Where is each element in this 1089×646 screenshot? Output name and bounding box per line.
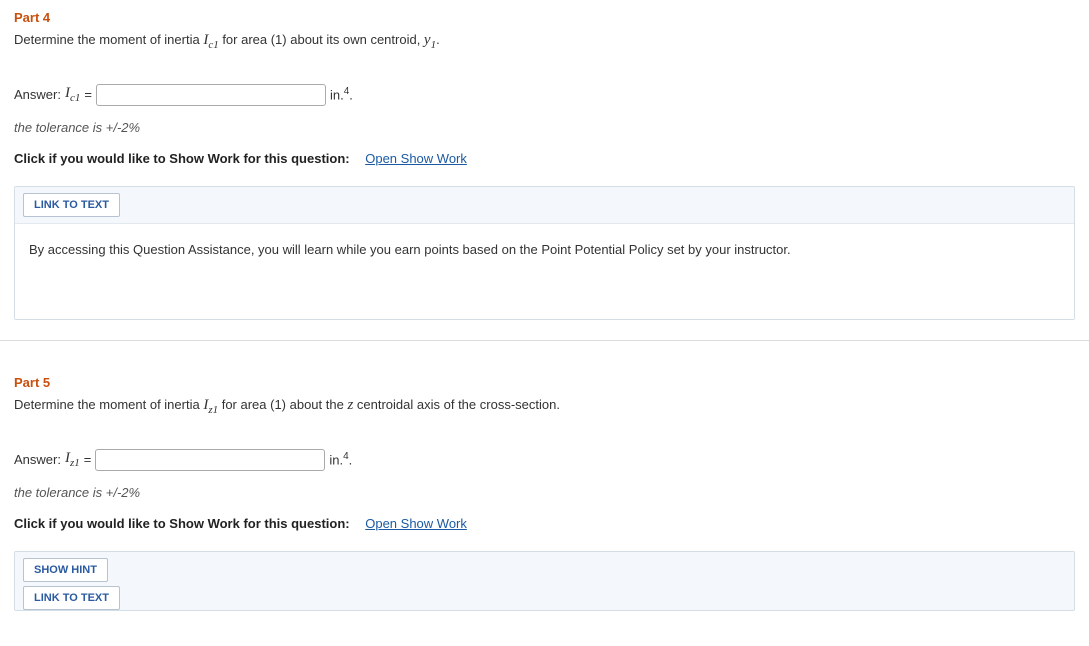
variable-ic1: Ic1 xyxy=(203,32,218,48)
part-4-assistance-box: LINK TO TEXT By accessing this Question … xyxy=(14,186,1075,321)
button-row: SHOW HINT xyxy=(23,558,1066,582)
show-work-label: Click if you would like to Show Work for… xyxy=(14,516,350,531)
button-row: LINK TO TEXT xyxy=(23,586,1066,610)
open-show-work-link[interactable]: Open Show Work xyxy=(365,151,467,166)
prompt-text: for area (1) about its own centroid, xyxy=(219,32,424,47)
unit-label: in.4. xyxy=(329,451,352,467)
part-5-title: Part 5 xyxy=(14,375,1075,390)
answer-variable: Iz1 xyxy=(65,450,80,469)
link-to-text-button[interactable]: LINK TO TEXT xyxy=(23,193,120,217)
part-5-prompt: Determine the moment of inertia Iz1 for … xyxy=(14,394,1075,419)
prompt-text: Determine the moment of inertia xyxy=(14,397,203,412)
variable-iz1: Iz1 xyxy=(203,397,218,413)
equals-sign: = xyxy=(84,87,92,102)
part-5-assistance-box: SHOW HINT LINK TO TEXT xyxy=(14,551,1075,611)
answer-variable: Ic1 xyxy=(65,85,80,104)
part-4-title: Part 4 xyxy=(14,10,1075,25)
part-4-prompt: Determine the moment of inertia Ic1 for … xyxy=(14,29,1075,54)
answer-label: Answer: xyxy=(14,452,61,467)
part-4-answer-line: Answer: Ic1 = in.4. xyxy=(14,84,1075,106)
unit-label: in.4. xyxy=(330,86,353,102)
prompt-text: centroidal axis of the cross-section. xyxy=(353,397,560,412)
variable-y1: y1 xyxy=(424,32,436,48)
part-4-section: Part 4 Determine the moment of inertia I… xyxy=(0,0,1089,341)
part-5-tolerance: the tolerance is +/-2% xyxy=(14,485,1075,500)
part-5-answer-line: Answer: Iz1 = in.4. xyxy=(14,449,1075,471)
prompt-text: Determine the moment of inertia xyxy=(14,32,203,47)
prompt-text: for area (1) about the xyxy=(218,397,347,412)
open-show-work-link[interactable]: Open Show Work xyxy=(365,516,467,531)
part-5-show-work: Click if you would like to Show Work for… xyxy=(14,516,1075,531)
part-4-show-work: Click if you would like to Show Work for… xyxy=(14,151,1075,166)
assistance-header: LINK TO TEXT xyxy=(15,187,1074,224)
equals-sign: = xyxy=(84,452,92,467)
link-to-text-button[interactable]: LINK TO TEXT xyxy=(23,586,120,610)
answer-label: Answer: xyxy=(14,87,61,102)
part-5-answer-input[interactable] xyxy=(95,449,325,471)
part-4-tolerance: the tolerance is +/-2% xyxy=(14,120,1075,135)
assistance-body-text: By accessing this Question Assistance, y… xyxy=(15,224,1074,320)
show-work-label: Click if you would like to Show Work for… xyxy=(14,151,350,166)
prompt-text: . xyxy=(436,32,440,47)
show-hint-button[interactable]: SHOW HINT xyxy=(23,558,108,582)
part-5-section: Part 5 Determine the moment of inertia I… xyxy=(0,341,1089,611)
part-4-answer-input[interactable] xyxy=(96,84,326,106)
